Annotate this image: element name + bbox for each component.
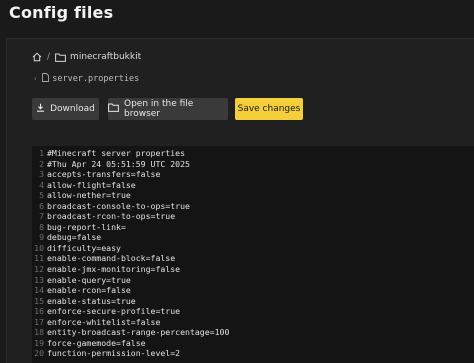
code-line[interactable]: 20 function-permission-level=2	[32, 348, 474, 359]
breadcrumb-separator: /	[47, 52, 51, 62]
line-number: 12	[34, 264, 44, 275]
line-number: 8	[39, 221, 44, 232]
code-line[interactable]: 17 enforce-whitelist=false	[32, 317, 474, 328]
code-line[interactable]: 10 difficulty=easy	[32, 243, 474, 254]
code-line[interactable]: 6 broadcast-console-to-ops=true	[32, 201, 474, 212]
code-line[interactable]: 15 enable-status=true	[32, 296, 474, 307]
line-text[interactable]: enable-status=true	[47, 296, 136, 307]
open-file-browser-button[interactable]: Open in the file browser	[108, 98, 228, 120]
line-text[interactable]: enable-command-block=false	[47, 253, 175, 264]
code-line[interactable]: 3 accepts-transfers=false	[32, 169, 474, 180]
line-text[interactable]: difficulty=easy	[47, 243, 121, 254]
breadcrumb-folder-link[interactable]: minecraftbukkit	[70, 52, 141, 62]
breadcrumb: / minecraftbukkit	[32, 52, 141, 62]
line-number: 18	[34, 327, 44, 338]
chevron-right-icon: ›	[33, 75, 38, 83]
code-line[interactable]: 8 bug-report-link=	[32, 222, 474, 233]
line-number: 11	[34, 253, 44, 264]
download-button[interactable]: Download	[32, 98, 99, 120]
code-line[interactable]: 1 #Minecraft server properties	[32, 148, 474, 159]
line-text[interactable]: force-gamemode=false	[47, 338, 146, 349]
line-number: 16	[34, 306, 44, 317]
line-number: 10	[34, 242, 44, 253]
line-number: 15	[34, 295, 44, 306]
line-number: 2	[39, 158, 44, 169]
line-number: 13	[34, 274, 44, 285]
code-line[interactable]: 18 entity-broadcast-range-percentage=100	[32, 327, 474, 338]
line-number: 9	[39, 232, 44, 243]
line-number: 3	[39, 169, 44, 180]
download-icon	[36, 103, 45, 115]
line-text[interactable]: function-permission-level=2	[47, 348, 180, 359]
line-text[interactable]: enforce-whitelist=false	[47, 317, 160, 328]
file-icon	[42, 73, 50, 85]
code-line[interactable]: 2 #Thu Apr 24 05:51:59 UTC 2025	[32, 159, 474, 170]
download-label: Download	[50, 104, 95, 114]
line-number: 20	[34, 348, 44, 359]
code-lines: 1 #Minecraft server properties 2 #Thu Apr 2…	[32, 146, 474, 359]
line-number: 5	[39, 190, 44, 201]
folder-icon	[55, 53, 66, 62]
file-name: server.properties	[52, 74, 140, 84]
line-text[interactable]: allow-nether=true	[47, 190, 131, 201]
folder-icon	[108, 103, 119, 115]
open-file-browser-label: Open in the file browser	[124, 99, 194, 119]
line-text[interactable]: entity-broadcast-range-percentage=100	[47, 327, 229, 338]
code-line[interactable]: 19 force-gamemode=false	[32, 338, 474, 349]
code-line[interactable]: 11 enable-command-block=false	[32, 253, 474, 264]
line-text[interactable]: #Thu Apr 24 05:51:59 UTC 2025	[47, 159, 190, 170]
line-text[interactable]: enable-rcon=false	[47, 285, 131, 296]
line-text[interactable]: broadcast-console-to-ops=true	[47, 201, 190, 212]
line-text[interactable]: #Minecraft server properties	[47, 148, 185, 159]
line-number: 7	[39, 211, 44, 222]
code-line[interactable]: 14 enable-rcon=false	[32, 285, 474, 296]
page-title: Config files	[9, 3, 114, 22]
line-text[interactable]: debug=false	[47, 232, 101, 243]
line-number: 4	[39, 179, 44, 190]
home-icon[interactable]	[32, 52, 42, 62]
code-line[interactable]: 4 allow-flight=false	[32, 180, 474, 191]
line-number: 17	[34, 316, 44, 327]
line-number: 14	[34, 285, 44, 296]
file-tree-item[interactable]: › server.properties	[33, 73, 139, 85]
line-text[interactable]: enable-jmx-monitoring=false	[47, 264, 180, 275]
config-panel: / minecraftbukkit › server.properties Do…	[6, 38, 474, 363]
line-number: 6	[39, 200, 44, 211]
code-line[interactable]: 9 debug=false	[32, 232, 474, 243]
code-editor[interactable]: 1 #Minecraft server properties 2 #Thu Apr 2…	[32, 146, 474, 363]
line-text[interactable]: enforce-secure-profile=true	[47, 306, 180, 317]
line-text[interactable]: broadcast-rcon-to-ops=true	[47, 211, 175, 222]
line-text[interactable]: bug-report-link=	[47, 222, 126, 233]
code-line[interactable]: 12 enable-jmx-monitoring=false	[32, 264, 474, 275]
code-line[interactable]: 13 enable-query=true	[32, 275, 474, 286]
line-text[interactable]: accepts-transfers=false	[47, 169, 160, 180]
line-number: 19	[34, 337, 44, 348]
code-line[interactable]: 7 broadcast-rcon-to-ops=true	[32, 211, 474, 222]
line-text[interactable]: allow-flight=false	[47, 180, 136, 191]
save-changes-button[interactable]: Save changes	[235, 98, 303, 120]
code-line[interactable]: 16 enforce-secure-profile=true	[32, 306, 474, 317]
save-changes-label: Save changes	[237, 104, 301, 114]
line-number: 1	[39, 148, 44, 158]
code-line[interactable]: 5 allow-nether=true	[32, 190, 474, 201]
line-text[interactable]: enable-query=true	[47, 275, 131, 286]
